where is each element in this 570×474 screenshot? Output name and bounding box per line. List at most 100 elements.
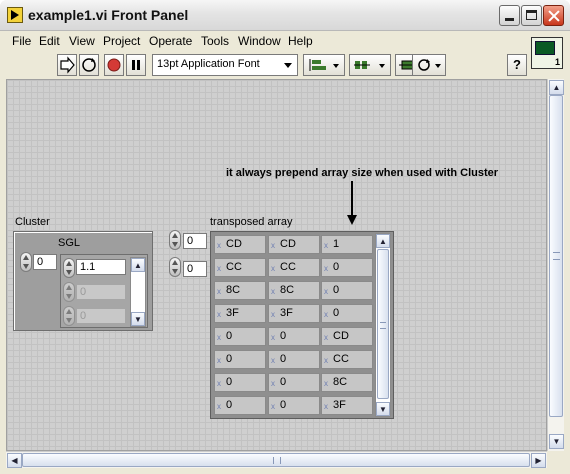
array-cell[interactable]: x CD [268,235,320,254]
horizontal-scroll-thumb[interactable] [22,453,530,467]
array-cell[interactable]: x CC [268,258,320,277]
array-cell[interactable]: x0 [214,396,266,415]
scroll-right-button[interactable]: ▶ [531,453,546,468]
sgl-scrollbar[interactable]: ▲ ▼ [130,257,146,327]
menu-project[interactable]: Project [103,34,140,48]
array-cell[interactable]: x0 [214,373,266,392]
run-button[interactable] [57,54,77,76]
menu-view[interactable]: View [69,34,95,48]
title-bar[interactable]: example1.vi Front Panel [0,0,570,31]
abort-button[interactable] [104,54,124,76]
chevron-down-icon [284,63,292,68]
reorder-icon [418,59,441,71]
scroll-down-button[interactable]: ▼ [549,434,564,449]
menu-operate[interactable]: Operate [149,34,192,48]
window-bottom-edge [0,468,570,474]
sgl-scroll-up[interactable]: ▲ [131,258,145,272]
array-cell[interactable]: x 8C [321,373,373,392]
pause-icon [132,60,140,70]
align-objects-button[interactable] [303,54,345,76]
chevron-up-icon: ▲ [552,83,561,92]
array-cell[interactable]: x0 [214,350,266,369]
front-panel-window: example1.vi Front Panel File Edit View P… [0,0,570,474]
sgl-element-1[interactable]: 1.1 [76,259,126,275]
cluster-index-field[interactable]: 0 [33,254,57,270]
distribute-objects-button[interactable] [349,54,391,76]
menu-bar: File Edit View Project Operate Tools Win… [0,31,530,51]
array-cell[interactable]: x0 [214,327,266,346]
array-cell[interactable]: x 8C [214,281,266,300]
chevron-up-icon: ▲ [379,237,387,246]
sgl-element-2: 0 [76,284,126,300]
array-cell[interactable]: x CC [214,258,266,277]
row-index-field[interactable]: 0 [183,233,207,249]
chevron-down-icon: ▼ [134,315,142,324]
cluster-label: Cluster [15,216,50,228]
align-objects-icon [309,59,339,71]
close-button[interactable] [543,5,564,26]
array-scroll-up[interactable]: ▲ [376,234,390,248]
distribute-objects-icon [354,61,385,69]
run-arrow-icon [60,56,75,74]
horizontal-scrollbar[interactable]: ◀ ▶ [6,451,547,468]
array-cell[interactable]: x0 [268,327,320,346]
annotation-note: it always prepend array size when used w… [226,167,499,179]
vi-icon-number: 1 [554,57,560,67]
menu-file[interactable]: File [12,34,31,48]
menu-tools[interactable]: Tools [201,34,229,48]
chevron-down-icon: ▼ [552,437,561,446]
array-scroll-down[interactable]: ▼ [376,402,390,416]
array-cell[interactable]: x0 [321,258,373,277]
array-cell[interactable]: x 3F [214,304,266,323]
vi-connector-icon[interactable]: 1 [531,37,563,69]
vertical-scrollbar[interactable]: ▲ ▼ [547,79,564,451]
array-scrollbar[interactable]: ▲ ▼ [375,233,391,417]
array-cell[interactable]: x CD [214,235,266,254]
scroll-left-button[interactable]: ◀ [7,453,22,468]
vertical-scroll-thumb[interactable] [549,95,563,417]
run-continuously-icon [82,58,96,72]
row-index-spinner[interactable] [169,230,181,250]
array-cell[interactable]: x1 [321,235,373,254]
array-cell[interactable]: x CC [321,350,373,369]
array-cell[interactable]: x0 [268,350,320,369]
grip-icon [273,457,281,464]
scroll-up-button[interactable]: ▲ [549,80,564,95]
vi-screen-icon [535,41,555,55]
sgl-scroll-down[interactable]: ▼ [131,312,145,326]
chevron-down-icon: ▼ [379,405,387,414]
minimize-button[interactable] [499,5,520,26]
col-index-spinner[interactable] [169,257,181,277]
labview-vi-icon [7,7,23,23]
array-scroll-thumb[interactable] [377,249,389,399]
font-select[interactable]: 13pt Application Font [152,54,298,76]
pause-button[interactable] [126,54,146,76]
sgl-index-spinner[interactable] [63,258,75,278]
context-help-button[interactable]: ? [507,54,527,76]
grip-icon [553,252,560,260]
array-cell[interactable]: x0 [268,373,320,392]
array-cell[interactable]: x0 [321,281,373,300]
grip-icon [380,322,386,329]
reorder-button[interactable] [412,54,446,76]
array-cell[interactable]: x0 [268,396,320,415]
col-index-field[interactable]: 0 [183,261,207,277]
array-cell[interactable]: x 3F [321,396,373,415]
array-cell[interactable]: x 3F [268,304,320,323]
sgl-spinner-disabled-2 [63,306,75,326]
array-cell[interactable]: x 8C [268,281,320,300]
toolbar: 13pt Application Font ? [0,51,530,79]
stop-icon [107,58,121,72]
transposed-array-label: transposed array [210,216,293,228]
array-cell[interactable]: x CD [321,327,373,346]
run-continuously-button[interactable] [79,54,99,76]
cluster-index-spinner[interactable] [20,252,32,272]
chevron-up-icon: ▲ [134,261,142,270]
maximize-button[interactable] [521,5,542,26]
menu-edit[interactable]: Edit [39,34,60,48]
menu-window[interactable]: Window [238,34,281,48]
menu-help[interactable]: Help [288,34,313,48]
array-cell[interactable]: x0 [321,304,373,323]
chevron-right-icon: ▶ [535,456,542,465]
arrow-down-icon [347,215,357,225]
